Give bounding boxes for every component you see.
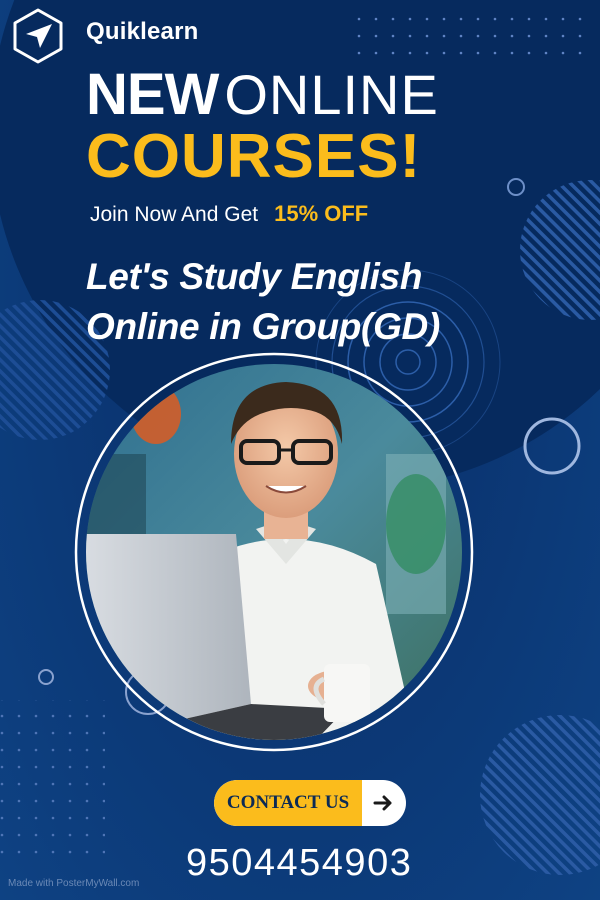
arrow-right-icon — [373, 795, 392, 811]
phone-number[interactable]: 9504454903 — [186, 842, 412, 885]
headline-online: ONLINE — [224, 63, 439, 126]
headline-courses: COURSES! — [86, 122, 422, 191]
paper-plane-icon — [13, 8, 63, 64]
offer-text: Join Now And Get — [90, 203, 259, 226]
brand-name: Quiklearn — [86, 18, 199, 45]
headline-line1: NEW ONLINE — [86, 66, 439, 124]
contact-us-button[interactable]: CONTACT US — [214, 780, 406, 826]
small-ring-2 — [523, 417, 581, 475]
striped-circle-bottom-right — [480, 715, 600, 875]
dot-grid-bottom-left — [0, 700, 105, 860]
striped-circle-right — [520, 180, 600, 320]
student-photo — [86, 364, 462, 740]
contact-us-label: CONTACT US — [214, 780, 362, 826]
small-ring-3 — [38, 669, 54, 685]
watermark: Made with PosterMyWall.com — [8, 878, 140, 889]
offer-line: Join Now And Get 15% OFF — [90, 201, 368, 227]
tagline: Let's Study English Online in Group(GD) — [86, 252, 440, 352]
dot-grid-top-right — [352, 8, 594, 60]
tagline-line2: Online in Group(GD) — [86, 306, 440, 347]
concentric-rings — [395, 349, 421, 375]
tagline-line1: Let's Study English — [86, 256, 423, 297]
discount-text: 15% OFF — [274, 201, 369, 226]
headline-new: NEW — [86, 62, 219, 127]
poster: Quiklearn NEW ONLINE COURSES! Join Now An… — [0, 0, 600, 900]
small-ring-1 — [507, 178, 525, 196]
